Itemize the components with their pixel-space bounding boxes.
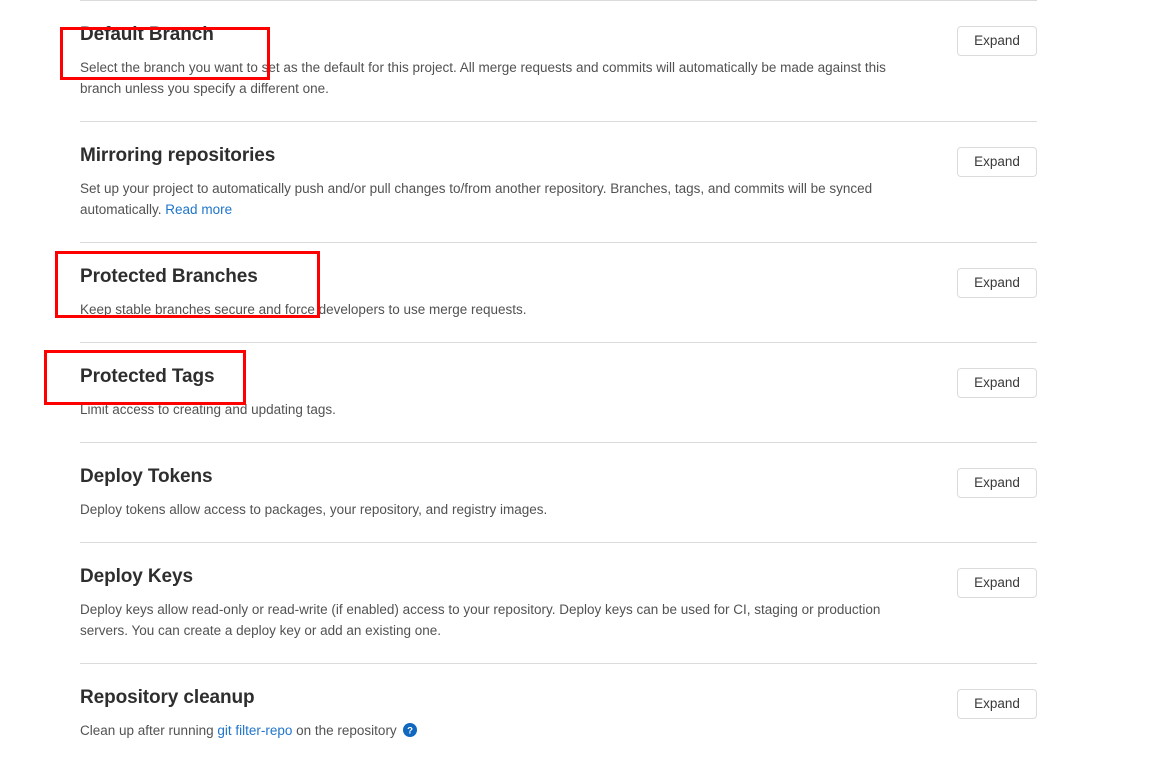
settings-section-protected-branches: Protected Branches Keep stable branches …	[80, 243, 1037, 342]
expand-button-mirroring-repositories[interactable]: Expand	[957, 147, 1037, 177]
settings-section-repository-cleanup: Repository cleanup Clean up after runnin…	[80, 664, 1037, 763]
section-description-text: Clean up after running	[80, 723, 218, 738]
section-description: Deploy keys allow read-only or read-writ…	[80, 599, 907, 641]
section-content: Protected Branches Keep stable branches …	[80, 264, 1037, 320]
section-content: Repository cleanup Clean up after runnin…	[80, 685, 1037, 741]
section-title: Protected Tags	[80, 366, 215, 387]
section-description-text: Deploy tokens allow access to packages, …	[80, 502, 548, 517]
section-title: Mirroring repositories	[80, 145, 276, 166]
section-description: Limit access to creating and updating ta…	[80, 399, 907, 420]
section-description: Clean up after running git filter-repo o…	[80, 720, 907, 741]
expand-button-repository-cleanup[interactable]: Expand	[957, 689, 1037, 719]
expand-button-default-branch[interactable]: Expand	[957, 26, 1037, 56]
settings-section-protected-tags: Protected Tags Limit access to creating …	[80, 343, 1037, 442]
help-circle-icon[interactable]: ?	[403, 722, 418, 737]
settings-section-mirroring-repositories: Mirroring repositories Set up your proje…	[80, 122, 1037, 242]
git-filter-repo-link[interactable]: git filter-repo	[217, 723, 292, 738]
section-description-text: Deploy keys allow read-only or read-writ…	[80, 602, 881, 638]
section-title: Protected Branches	[80, 266, 258, 287]
section-description-text-suffix: on the repository	[292, 723, 401, 738]
section-title: Deploy Tokens	[80, 466, 213, 487]
section-description: Keep stable branches secure and force de…	[80, 299, 907, 320]
section-description: Select the branch you want to set as the…	[80, 57, 907, 99]
section-description: Deploy tokens allow access to packages, …	[80, 499, 907, 520]
read-more-link[interactable]: Read more	[165, 202, 232, 217]
section-description-text: Limit access to creating and updating ta…	[80, 402, 336, 417]
expand-button-protected-tags[interactable]: Expand	[957, 368, 1037, 398]
expand-button-protected-branches[interactable]: Expand	[957, 268, 1037, 298]
section-description: Set up your project to automatically pus…	[80, 178, 907, 220]
settings-section-default-branch: Default Branch Select the branch you wan…	[80, 1, 1037, 121]
settings-section-deploy-keys: Deploy Keys Deploy keys allow read-only …	[80, 543, 1037, 663]
expand-button-deploy-tokens[interactable]: Expand	[957, 468, 1037, 498]
section-description-text: Keep stable branches secure and force de…	[80, 302, 527, 317]
section-title: Default Branch	[80, 24, 214, 45]
expand-button-deploy-keys[interactable]: Expand	[957, 568, 1037, 598]
section-title: Repository cleanup	[80, 687, 255, 708]
settings-sections-container: Default Branch Select the branch you wan…	[80, 0, 1037, 763]
svg-text:?: ?	[408, 726, 414, 737]
section-description-text: Select the branch you want to set as the…	[80, 60, 886, 96]
section-content: Deploy Keys Deploy keys allow read-only …	[80, 564, 1037, 641]
section-content: Deploy Tokens Deploy tokens allow access…	[80, 464, 1037, 520]
section-content: Mirroring repositories Set up your proje…	[80, 143, 1037, 220]
section-title: Deploy Keys	[80, 566, 193, 587]
repository-settings-page: Default Branch Select the branch you wan…	[0, 0, 1161, 752]
settings-section-deploy-tokens: Deploy Tokens Deploy tokens allow access…	[80, 443, 1037, 542]
section-content: Default Branch Select the branch you wan…	[80, 22, 1037, 99]
section-content: Protected Tags Limit access to creating …	[80, 364, 1037, 420]
